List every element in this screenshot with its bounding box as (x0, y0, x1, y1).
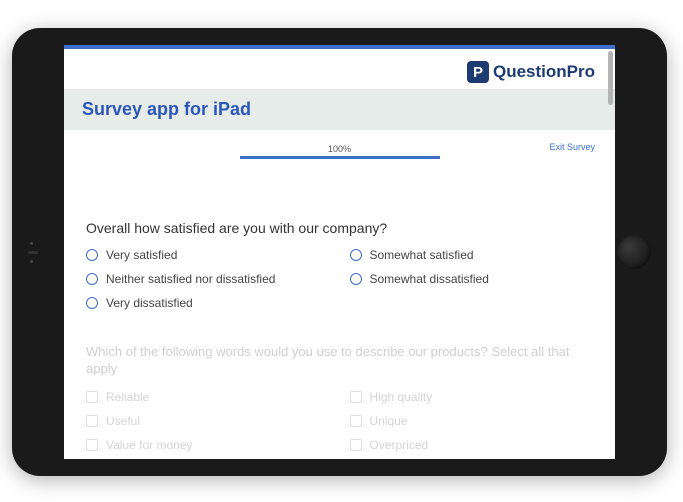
checkbox-icon (86, 415, 98, 427)
option-label: Unique (370, 414, 408, 428)
title-bar: Survey app for iPad (64, 89, 615, 130)
question-2-text: Which of the following words would you u… (86, 344, 593, 378)
option-label: Reliable (106, 390, 149, 404)
scrollbar[interactable] (608, 51, 613, 105)
option-somewhat-dissatisfied[interactable]: Somewhat dissatisfied (350, 272, 594, 286)
logo-badge-icon: P (467, 61, 489, 83)
question-2-options: Reliable High quality Useful Unique (86, 390, 593, 452)
option-label: Neither satisfied nor dissatisfied (106, 272, 275, 286)
radio-icon (86, 273, 98, 285)
tablet-frame: P QuestionPro Survey app for iPad 100% E… (12, 28, 667, 476)
option-overpriced[interactable]: Overpriced (350, 438, 594, 452)
option-value-for-money[interactable]: Value for money (86, 438, 330, 452)
progress-row: 100% Exit Survey (64, 130, 615, 165)
radio-icon (350, 273, 362, 285)
option-label: High quality (370, 390, 433, 404)
home-button[interactable] (617, 235, 651, 269)
question-1: Overall how satisfied are you with our c… (64, 165, 615, 310)
checkbox-icon (350, 415, 362, 427)
header: P QuestionPro (64, 49, 615, 89)
logo: P QuestionPro (467, 61, 595, 83)
option-label: Somewhat dissatisfied (370, 272, 489, 286)
checkbox-icon (350, 439, 362, 451)
question-2-faded: Which of the following words would you u… (64, 344, 615, 452)
logo-text: QuestionPro (493, 62, 595, 82)
page-title: Survey app for iPad (82, 99, 597, 120)
option-label: Somewhat satisfied (370, 248, 474, 262)
option-label: Very satisfied (106, 248, 177, 262)
option-label: Useful (106, 414, 140, 428)
option-very-satisfied[interactable]: Very satisfied (86, 248, 330, 262)
question-1-text: Overall how satisfied are you with our c… (86, 220, 593, 236)
exit-survey-link[interactable]: Exit Survey (549, 142, 595, 152)
option-useful[interactable]: Useful (86, 414, 330, 428)
progress-label: 100% (240, 144, 440, 154)
option-somewhat-satisfied[interactable]: Somewhat satisfied (350, 248, 594, 262)
checkbox-icon (86, 391, 98, 403)
question-1-options: Very satisfied Somewhat satisfied Neithe… (86, 248, 593, 310)
radio-icon (350, 249, 362, 261)
option-neither[interactable]: Neither satisfied nor dissatisfied (86, 272, 330, 286)
screen: P QuestionPro Survey app for iPad 100% E… (64, 45, 615, 459)
option-very-dissatisfied[interactable]: Very dissatisfied (86, 296, 330, 310)
radio-icon (86, 297, 98, 309)
progress: 100% (240, 144, 440, 159)
progress-bar (240, 156, 440, 159)
checkbox-icon (86, 439, 98, 451)
option-label: Overpriced (370, 438, 429, 452)
bezel-sensors (28, 237, 38, 267)
option-unique[interactable]: Unique (350, 414, 594, 428)
checkbox-icon (350, 391, 362, 403)
option-reliable[interactable]: Reliable (86, 390, 330, 404)
option-high-quality[interactable]: High quality (350, 390, 594, 404)
radio-icon (86, 249, 98, 261)
option-label: Value for money (106, 438, 193, 452)
option-label: Very dissatisfied (106, 296, 193, 310)
